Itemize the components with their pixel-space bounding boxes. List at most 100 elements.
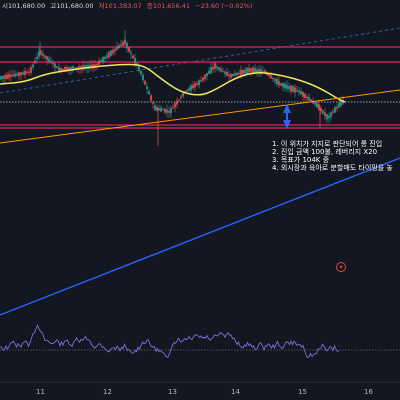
ohlc-change-value: −23.60 (−0.02%)	[195, 2, 252, 10]
candle-body	[122, 41, 124, 46]
candle-body	[226, 71, 228, 77]
candle-body	[256, 69, 258, 73]
candle-body	[146, 86, 148, 90]
candle-body	[56, 66, 58, 69]
candle-body	[314, 102, 316, 105]
candle-body	[12, 74, 14, 77]
candle-body	[120, 44, 122, 47]
candle-body	[160, 107, 162, 112]
candle-body	[286, 84, 288, 89]
candle-body	[158, 107, 160, 111]
candle-body	[182, 92, 184, 97]
candle-body	[148, 91, 150, 95]
candle-body	[2, 75, 4, 80]
x-tick-label: 14	[231, 388, 240, 396]
candle-body	[190, 85, 192, 91]
candle-body	[110, 50, 112, 56]
candle-body	[212, 66, 214, 70]
x-tick-label: 13	[168, 388, 177, 396]
candle-body	[54, 63, 56, 68]
candle-body	[96, 63, 98, 66]
candle-body	[104, 57, 106, 59]
candle-body	[240, 69, 242, 76]
candle-body	[52, 63, 54, 65]
candle-body	[144, 80, 146, 85]
candle-body	[216, 66, 218, 69]
candle-body	[48, 58, 50, 62]
candle-body	[292, 86, 294, 93]
trade-notes: 1. 이 위치가 지지로 판단되어 롱 진입 2. 진입 금액 100불, 레버…	[272, 139, 393, 172]
candle-body	[10, 74, 12, 77]
candle-body	[244, 69, 246, 74]
candle-body	[58, 67, 60, 71]
candle-body	[46, 56, 48, 61]
candle-body	[128, 46, 130, 52]
candle-body	[18, 72, 20, 77]
candle-body	[318, 104, 320, 111]
candle-body	[194, 83, 196, 88]
ohlc-close-value: 101,656.41	[153, 2, 190, 10]
candle-body	[276, 78, 278, 85]
candle-body	[300, 91, 302, 95]
candle-body	[280, 83, 282, 86]
candle-body	[44, 55, 46, 58]
trading-chart: 시101,680.00 고101,680.00 저101,383.07 종101…	[0, 0, 400, 400]
candle-body	[34, 60, 36, 64]
chart-background	[0, 0, 400, 400]
candle-body	[224, 71, 226, 74]
note-line-3: 3. 목표가 104K 중	[272, 155, 330, 164]
candle-body	[106, 55, 108, 58]
candle-body	[14, 73, 16, 77]
candle-body	[248, 68, 250, 73]
candle-body	[62, 68, 64, 71]
candle-body	[22, 72, 24, 75]
candle-body	[172, 107, 174, 109]
candle-body	[304, 93, 306, 99]
candle-body	[16, 73, 18, 76]
candle-body	[324, 112, 326, 117]
candle-body	[274, 78, 276, 82]
ohlc-low-value: 101,383.07	[105, 2, 142, 10]
candle-body	[112, 49, 114, 54]
candle-body	[232, 73, 234, 77]
candle-body	[294, 87, 296, 93]
candle-body	[272, 77, 274, 80]
candle-body	[234, 73, 236, 76]
candle-body	[242, 69, 244, 75]
candle-body	[0, 76, 2, 80]
ohlc-open-value: 101,680.00	[8, 2, 45, 10]
candle-body	[236, 72, 238, 76]
candle-body	[196, 83, 198, 85]
candle-body	[204, 74, 206, 79]
x-tick-label: 12	[103, 388, 112, 396]
candle-body	[330, 112, 332, 117]
candle-body	[6, 74, 8, 79]
candle-body	[116, 46, 118, 51]
candle-body	[126, 43, 128, 49]
candle-body	[186, 89, 188, 92]
candle-body	[332, 111, 334, 113]
candle-body	[322, 110, 324, 114]
candle-body	[142, 75, 144, 81]
candle-body	[316, 103, 318, 108]
candle-body	[192, 85, 194, 89]
candle-body	[320, 108, 322, 112]
candle-body	[166, 109, 168, 113]
candle-body	[4, 75, 6, 79]
candle-body	[246, 67, 248, 74]
candle-body	[308, 97, 310, 101]
ohlc-high-value: 101,680.00	[56, 2, 93, 10]
candle-body	[134, 57, 136, 64]
candle-body	[98, 60, 100, 65]
candle-body	[40, 51, 42, 55]
candle-body	[206, 72, 208, 77]
candle-body	[298, 90, 300, 93]
candle-body	[140, 70, 142, 75]
candle-body	[118, 45, 120, 49]
candle-body	[228, 74, 230, 77]
candle-body	[326, 114, 328, 120]
x-tick-label: 16	[364, 388, 373, 396]
candle-body	[156, 106, 158, 111]
candle-body	[222, 70, 224, 72]
candle-body	[202, 77, 204, 81]
